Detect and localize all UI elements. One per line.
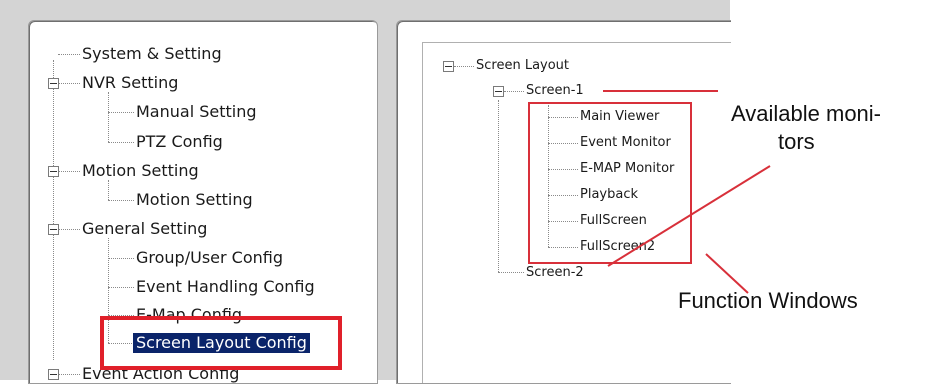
tree-item-event-handling-config[interactable]: Event Handling Config — [136, 277, 315, 297]
collapse-toggle-icon[interactable] — [493, 86, 504, 97]
tree-connector — [504, 91, 524, 92]
tree-item-motion-setting-group[interactable]: Motion Setting — [82, 161, 199, 181]
selection-highlight-box — [100, 316, 342, 370]
tree-connector — [59, 229, 80, 230]
collapse-toggle-icon[interactable] — [48, 166, 59, 177]
tree-connector — [108, 200, 134, 201]
tree-connector — [108, 142, 134, 143]
tree-connector — [53, 60, 54, 360]
tree-connector — [454, 66, 474, 67]
tree-connector — [108, 112, 134, 113]
tree-connector — [59, 83, 80, 84]
tree-connector — [108, 258, 134, 259]
tree-connector — [58, 54, 80, 55]
function-windows-label: Function Windows — [678, 288, 858, 313]
tree-item-screen-layout[interactable]: Screen Layout — [476, 58, 569, 74]
available-monitors-label-line1: Available moni- — [731, 101, 882, 126]
tree-item-nvr-setting[interactable]: NVR Setting — [82, 73, 178, 93]
tree-item-group-user-config[interactable]: Group/User Config — [136, 248, 283, 268]
tree-connector — [108, 92, 109, 142]
tree-connector — [59, 171, 80, 172]
tree-item-ptz-config[interactable]: PTZ Config — [136, 132, 223, 152]
tree-item-screen-1[interactable]: Screen-1 — [526, 83, 584, 99]
collapse-toggle-icon[interactable] — [443, 61, 454, 72]
tree-item-general-setting[interactable]: General Setting — [82, 219, 207, 239]
tree-connector — [498, 272, 524, 273]
tree-connector — [108, 180, 109, 200]
tree-item-manual-setting[interactable]: Manual Setting — [136, 102, 257, 122]
tree-item-system-setting[interactable]: System & Setting — [82, 44, 222, 64]
tree-connector — [108, 287, 134, 288]
available-monitors-label-line2: tors — [778, 129, 815, 154]
collapse-toggle-icon[interactable] — [48, 369, 59, 380]
tree-item-screen-2[interactable]: Screen-2 — [526, 265, 584, 281]
collapse-toggle-icon[interactable] — [48, 78, 59, 89]
tree-connector — [498, 100, 499, 272]
tree-item-motion-setting[interactable]: Motion Setting — [136, 190, 253, 210]
tree-connector — [59, 374, 80, 375]
function-windows-box — [528, 102, 692, 264]
collapse-toggle-icon[interactable] — [48, 224, 59, 235]
